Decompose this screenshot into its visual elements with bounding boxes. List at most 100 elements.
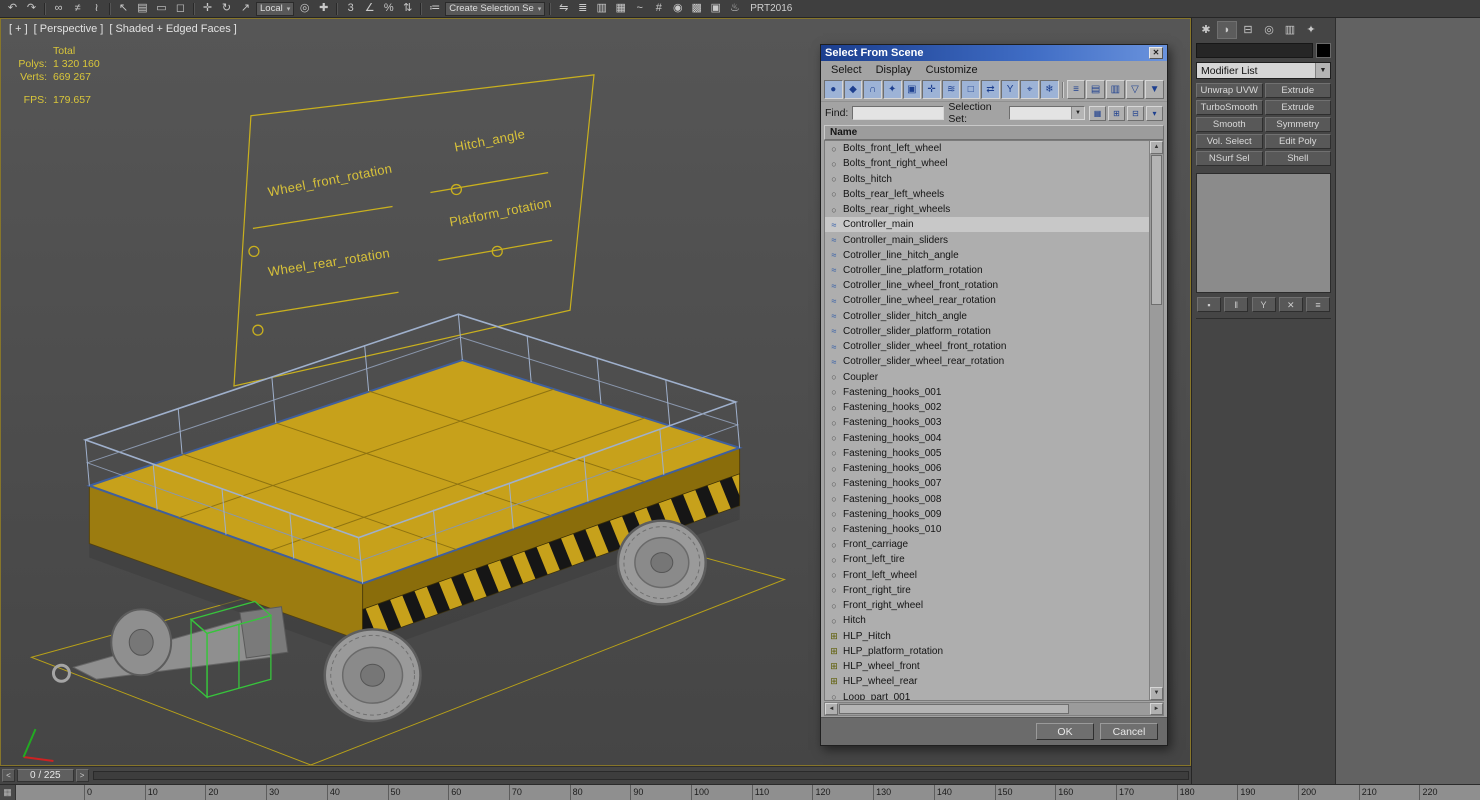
track-bar[interactable]: ▦ 0 10 20 30 40 50 60 70 80 90 100 110 120 130 140 150 1… — [0, 784, 1480, 800]
list-item[interactable]: ○ Bolts_hitch — [825, 171, 1149, 186]
utilities-tab[interactable]: ✦ — [1301, 21, 1321, 39]
advanced-filter-icon[interactable]: ▼ — [1145, 80, 1164, 99]
rectangular-selection-icon[interactable]: ▭ — [153, 1, 170, 16]
modifier-button[interactable]: Vol. Select — [1196, 134, 1263, 149]
create-tab[interactable]: ✱ — [1196, 21, 1216, 39]
select-object-icon[interactable]: ↖ — [115, 1, 132, 16]
object-name-field[interactable] — [1196, 43, 1313, 58]
list-item[interactable]: ○ Front_left_tire — [825, 552, 1149, 567]
use-pivot-center-icon[interactable]: ◎ — [296, 1, 313, 16]
list-item[interactable]: ≈ Cotroller_line_hitch_angle — [825, 248, 1149, 263]
display-shapes-icon[interactable]: ∩ — [863, 80, 882, 99]
modifier-button[interactable]: Smooth — [1196, 117, 1263, 132]
redo-icon[interactable]: ↷ — [23, 1, 40, 16]
add-set-icon[interactable]: ⊞ — [1108, 105, 1125, 121]
filter-icon[interactable]: ▽ — [1125, 80, 1145, 99]
scroll-left-icon[interactable]: ◄ — [825, 703, 838, 715]
select-and-rotate-icon[interactable]: ↻ — [218, 1, 235, 16]
select-link-icon[interactable]: ∞ — [50, 1, 67, 16]
current-frame-indicator[interactable]: 0 / 225 — [17, 769, 74, 782]
horizontal-scrollbar[interactable]: ◄ ► — [824, 702, 1164, 716]
modifier-button[interactable]: Shell — [1264, 151, 1331, 166]
edit-sets-icon[interactable]: ▦ — [1089, 105, 1106, 121]
bind-to-spacewarp-icon[interactable]: ≀ — [88, 1, 105, 16]
align-icon[interactable]: ≣ — [574, 1, 591, 16]
menu-display[interactable]: Display — [869, 63, 919, 77]
menu-customize[interactable]: Customize — [919, 63, 985, 77]
layer-manager-icon[interactable]: ▥ — [593, 1, 610, 16]
list-item[interactable]: ⊞ HLP_wheel_rear — [825, 674, 1149, 689]
display-bones-icon[interactable]: Y — [1000, 80, 1020, 99]
angle-snap-icon[interactable]: ∠ — [361, 1, 378, 16]
dialog-title-bar[interactable]: Select From Scene ✕ — [821, 45, 1167, 61]
spinner-snap-icon[interactable]: ⇅ — [399, 1, 416, 16]
modify-tab[interactable]: ◗ — [1217, 21, 1237, 39]
display-lights-icon[interactable]: ✦ — [882, 80, 902, 99]
list-item[interactable]: ≈ Controller_main — [825, 217, 1149, 233]
list-item[interactable]: ○ Fastening_hooks_005 — [825, 446, 1149, 461]
list-item[interactable]: ⊞ HLP_wheel_front — [825, 659, 1149, 674]
find-input[interactable] — [852, 106, 945, 120]
list-item[interactable]: ○ Fastening_hooks_009 — [825, 507, 1149, 522]
list-item[interactable]: ○ Fastening_hooks_010 — [825, 522, 1149, 537]
list-item[interactable]: ○ Front_left_wheel — [825, 568, 1149, 583]
list-item[interactable]: ≈ Cotroller_slider_wheel_front_rotation — [825, 339, 1149, 354]
remove-modifier-icon[interactable]: ✕ — [1278, 297, 1303, 312]
pin-stack-icon[interactable]: ▪ — [1197, 297, 1221, 312]
hierarchy-tab[interactable]: ⊟ — [1238, 21, 1258, 39]
list-item[interactable]: ⊞ HLP_platform_rotation — [825, 644, 1149, 659]
display-frozen-icon[interactable]: ❄ — [1040, 80, 1059, 99]
modifier-button[interactable]: Unwrap UVW — [1196, 83, 1263, 98]
scrollbar-thumb[interactable] — [1151, 155, 1162, 305]
vertical-scrollbar[interactable]: ▲ ▼ — [1149, 141, 1163, 700]
undo-icon[interactable]: ↶ — [4, 1, 21, 16]
ok-button[interactable]: OK — [1036, 723, 1094, 740]
list-item[interactable]: ○ Fastening_hooks_008 — [825, 491, 1149, 506]
viewport-menu-view[interactable]: [ Perspective ] — [34, 23, 104, 35]
list-item[interactable]: ≈ Cotroller_line_wheel_rear_rotation — [825, 293, 1149, 308]
previous-frame-button[interactable]: < — [2, 769, 15, 782]
percent-snap-icon[interactable]: % — [380, 1, 397, 16]
list-item[interactable]: ○ Fastening_hooks_006 — [825, 461, 1149, 476]
cancel-button[interactable]: Cancel — [1100, 723, 1158, 740]
make-unique-icon[interactable]: Y — [1251, 297, 1276, 312]
modifier-button[interactable]: Symmetry — [1264, 117, 1331, 132]
viewport-menu-shading[interactable]: [ Shaded + Edged Faces ] — [109, 23, 237, 35]
scroll-down-icon[interactable]: ▼ — [1150, 687, 1163, 700]
slider-knob[interactable] — [491, 245, 503, 258]
remove-set-icon[interactable]: ⊟ — [1127, 105, 1144, 121]
list-item[interactable]: ○ Bolts_front_left_wheel — [825, 141, 1149, 156]
select-and-manipulate-icon[interactable]: ✚ — [315, 1, 332, 16]
modifier-button[interactable]: Extrude — [1264, 83, 1331, 98]
list-item[interactable]: ≈ Cotroller_slider_wheel_rear_rotation — [825, 354, 1149, 369]
reference-coordinate-dropdown[interactable]: Local ▾ — [256, 1, 295, 16]
display-geometry-icon[interactable]: ◆ — [843, 80, 863, 99]
display-containers-icon[interactable]: ⌖ — [1020, 80, 1040, 99]
list-item[interactable]: ≈ Cotroller_slider_hitch_angle — [825, 309, 1149, 324]
selection-set-menu-icon[interactable]: ▾ — [1146, 105, 1163, 121]
close-icon[interactable]: ✕ — [1149, 47, 1163, 59]
material-editor-icon[interactable]: ◉ — [669, 1, 686, 16]
selection-set-dropdown[interactable]: ▼ — [1009, 106, 1085, 120]
list-item[interactable]: ○ Coupler — [825, 370, 1149, 385]
select-and-move-icon[interactable]: ✛ — [199, 1, 216, 16]
list-item[interactable]: ○ Fastening_hooks_002 — [825, 400, 1149, 415]
schematic-view-icon[interactable]: # — [650, 1, 667, 16]
display-helpers-icon[interactable]: ✛ — [922, 80, 941, 99]
time-slider-track[interactable] — [92, 771, 1189, 780]
edit-named-selections-icon[interactable]: ≔ — [426, 1, 443, 16]
select-and-scale-icon[interactable]: ↗ — [237, 1, 254, 16]
configure-modifier-sets-icon[interactable]: ≡ — [1306, 297, 1330, 312]
list-item[interactable]: ○ Bolts_rear_right_wheels — [825, 202, 1149, 217]
list-item[interactable]: ≈ Cotroller_slider_platform_rotation — [825, 324, 1149, 339]
name-column-header[interactable]: Name — [824, 125, 1164, 140]
scroll-up-icon[interactable]: ▲ — [1150, 141, 1163, 154]
display-tab[interactable]: ▥ — [1280, 21, 1300, 39]
crossing-selection-icon[interactable]: ◻ — [172, 1, 189, 16]
rendered-frame-window-icon[interactable]: ▣ — [707, 1, 724, 16]
list-view-icon[interactable]: ≡ — [1066, 80, 1086, 99]
unlink-icon[interactable]: ≠ — [69, 1, 86, 16]
list-item[interactable]: ○ Fastening_hooks_007 — [825, 476, 1149, 491]
ribbon-icon[interactable]: ▦ — [612, 1, 629, 16]
list-item[interactable]: ⊞ HLP_Hitch — [825, 629, 1149, 644]
